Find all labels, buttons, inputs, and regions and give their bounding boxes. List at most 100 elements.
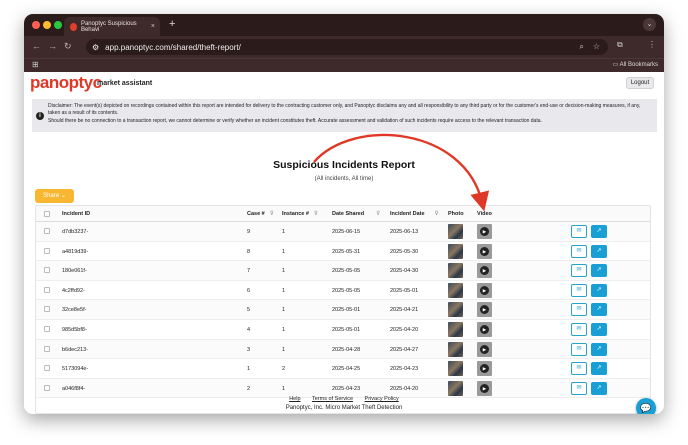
incident-photo-thumbnail[interactable] (448, 224, 463, 239)
privacy-link[interactable]: Privacy Policy (365, 396, 399, 402)
col-incident-id[interactable]: Incident ID (62, 211, 90, 217)
message-button[interactable]: ✉ (571, 264, 587, 278)
message-button[interactable]: ✉ (571, 225, 587, 238)
all-bookmarks-link[interactable]: ▭ All Bookmarks (613, 61, 658, 68)
tab-search-chevron-icon[interactable]: ⌄ (643, 18, 656, 31)
help-link[interactable]: Help (289, 396, 300, 402)
col-date-shared[interactable]: Date Shared ⊽ (332, 211, 380, 217)
incident-id-cell[interactable]: 32ce8e5f- (62, 307, 86, 313)
open-external-button[interactable]: ↗ (591, 283, 607, 297)
panoptyc-logo[interactable]: panoptyc (30, 73, 102, 93)
browser-tab[interactable]: Panoptyc Suspicious Behavi × (64, 17, 160, 36)
bookmarks-bar: ⊞ ▭ All Bookmarks (24, 58, 664, 72)
incident-id-cell[interactable]: 5173094e- (62, 366, 88, 372)
incident-photo-thumbnail[interactable] (448, 341, 463, 357)
message-button[interactable]: ✉ (571, 323, 587, 336)
play-icon[interactable]: ▶ (480, 325, 489, 334)
incident-video-thumbnail[interactable]: ▶ (477, 361, 492, 377)
chat-bubble-icon[interactable]: 💬 (636, 398, 656, 414)
close-window-icon[interactable] (32, 21, 40, 29)
open-external-button[interactable]: ↗ (591, 244, 607, 258)
col-incident-date[interactable]: Incident Date ⊽ (390, 211, 439, 217)
incident-photo-thumbnail[interactable] (448, 361, 463, 377)
incident-id-cell[interactable]: a046f8f4- (62, 386, 85, 392)
incident-id-cell[interactable]: 985d5bf8- (62, 327, 87, 333)
play-icon[interactable]: ▶ (480, 246, 489, 256)
incident-video-thumbnail[interactable]: ▶ (477, 322, 492, 337)
open-external-button[interactable]: ↗ (591, 381, 607, 395)
message-button[interactable]: ✉ (571, 244, 587, 258)
back-arrow-icon[interactable]: ← (32, 41, 41, 51)
incident-id-cell[interactable]: 180e061f- (62, 268, 87, 274)
site-info-icon[interactable]: ⚙ (92, 43, 99, 52)
apps-grid-icon[interactable]: ⊞ (32, 60, 39, 69)
minimize-window-icon[interactable] (43, 21, 51, 29)
incident-photo-thumbnail[interactable] (448, 380, 463, 396)
maximize-window-icon[interactable] (54, 21, 62, 29)
row-checkbox[interactable] (44, 326, 50, 332)
forward-arrow-icon[interactable]: → (48, 41, 57, 51)
logout-button[interactable]: Logout (626, 77, 654, 89)
incident-id-cell[interactable]: a4819d39- (62, 249, 88, 255)
open-external-button[interactable]: ↗ (591, 225, 607, 238)
tab-close-icon[interactable]: × (151, 23, 155, 30)
terms-link[interactable]: Terms of Service (312, 396, 353, 402)
row-checkbox[interactable] (44, 384, 50, 391)
row-checkbox[interactable] (44, 267, 50, 274)
incident-photo-thumbnail[interactable] (448, 263, 463, 279)
open-external-button[interactable]: ↗ (591, 264, 607, 278)
incident-video-thumbnail[interactable]: ▶ (477, 302, 492, 318)
open-external-button[interactable]: ↗ (591, 362, 607, 376)
play-icon[interactable]: ▶ (480, 266, 489, 276)
col-instance[interactable]: Instance # ⊽ (282, 211, 318, 217)
open-external-button[interactable]: ↗ (591, 303, 607, 317)
bookmark-star-icon[interactable]: ☆ (593, 42, 600, 52)
extensions-icon[interactable]: ⧉ (617, 40, 623, 50)
play-icon[interactable]: ▶ (480, 305, 489, 315)
row-checkbox[interactable] (44, 228, 50, 234)
incident-photo-thumbnail[interactable] (448, 243, 463, 259)
play-icon[interactable]: ▶ (480, 285, 489, 295)
message-button[interactable]: ✉ (571, 381, 587, 395)
zoom-icon[interactable]: ⌕ (579, 42, 583, 52)
filter-icon[interactable]: ⊽ (376, 211, 380, 217)
incident-id-cell[interactable]: b6dec213- (62, 347, 88, 353)
select-all-checkbox[interactable] (44, 211, 50, 217)
play-icon[interactable]: ▶ (480, 364, 489, 374)
filter-icon[interactable]: ⊽ (270, 211, 274, 217)
message-button[interactable]: ✉ (571, 342, 587, 356)
open-external-button[interactable]: ↗ (591, 323, 607, 336)
play-icon[interactable]: ▶ (480, 344, 489, 354)
play-icon[interactable]: ▶ (480, 227, 489, 236)
address-bar[interactable]: ⚙ app.panoptyc.com/shared/theft-report/ … (86, 39, 608, 55)
incident-video-thumbnail[interactable]: ▶ (477, 224, 492, 239)
message-button[interactable]: ✉ (571, 303, 587, 317)
incident-video-thumbnail[interactable]: ▶ (477, 282, 492, 298)
play-icon[interactable]: ▶ (480, 383, 489, 393)
filter-icon[interactable]: ⊽ (314, 211, 318, 217)
row-checkbox[interactable] (44, 306, 50, 313)
reload-icon[interactable]: ↻ (64, 41, 72, 52)
incident-photo-thumbnail[interactable] (448, 302, 463, 318)
instance-cell: 1 (282, 385, 286, 392)
row-checkbox[interactable] (44, 286, 50, 293)
share-button[interactable]: Share ⌄ (35, 189, 74, 203)
incident-photo-thumbnail[interactable] (448, 282, 463, 298)
incident-photo-thumbnail[interactable] (448, 322, 463, 337)
col-case[interactable]: Case # ⊽ (247, 211, 274, 217)
row-checkbox[interactable] (44, 247, 50, 254)
incident-video-thumbnail[interactable]: ▶ (477, 380, 492, 396)
browser-menu-icon[interactable]: ⋮ (648, 40, 656, 49)
incident-video-thumbnail[interactable]: ▶ (477, 341, 492, 357)
message-button[interactable]: ✉ (571, 362, 587, 376)
incident-video-thumbnail[interactable]: ▶ (477, 243, 492, 259)
new-tab-button[interactable]: + (169, 18, 175, 30)
incident-id-cell[interactable]: 4c2ffd92- (62, 288, 85, 294)
filter-icon[interactable]: ⊽ (435, 211, 439, 217)
incident-video-thumbnail[interactable]: ▶ (477, 263, 492, 279)
open-external-button[interactable]: ↗ (591, 342, 607, 356)
incident-id-cell[interactable]: d7db3237- (62, 229, 88, 235)
message-button[interactable]: ✉ (571, 283, 587, 297)
row-checkbox[interactable] (44, 345, 50, 352)
row-checkbox[interactable] (44, 365, 50, 372)
